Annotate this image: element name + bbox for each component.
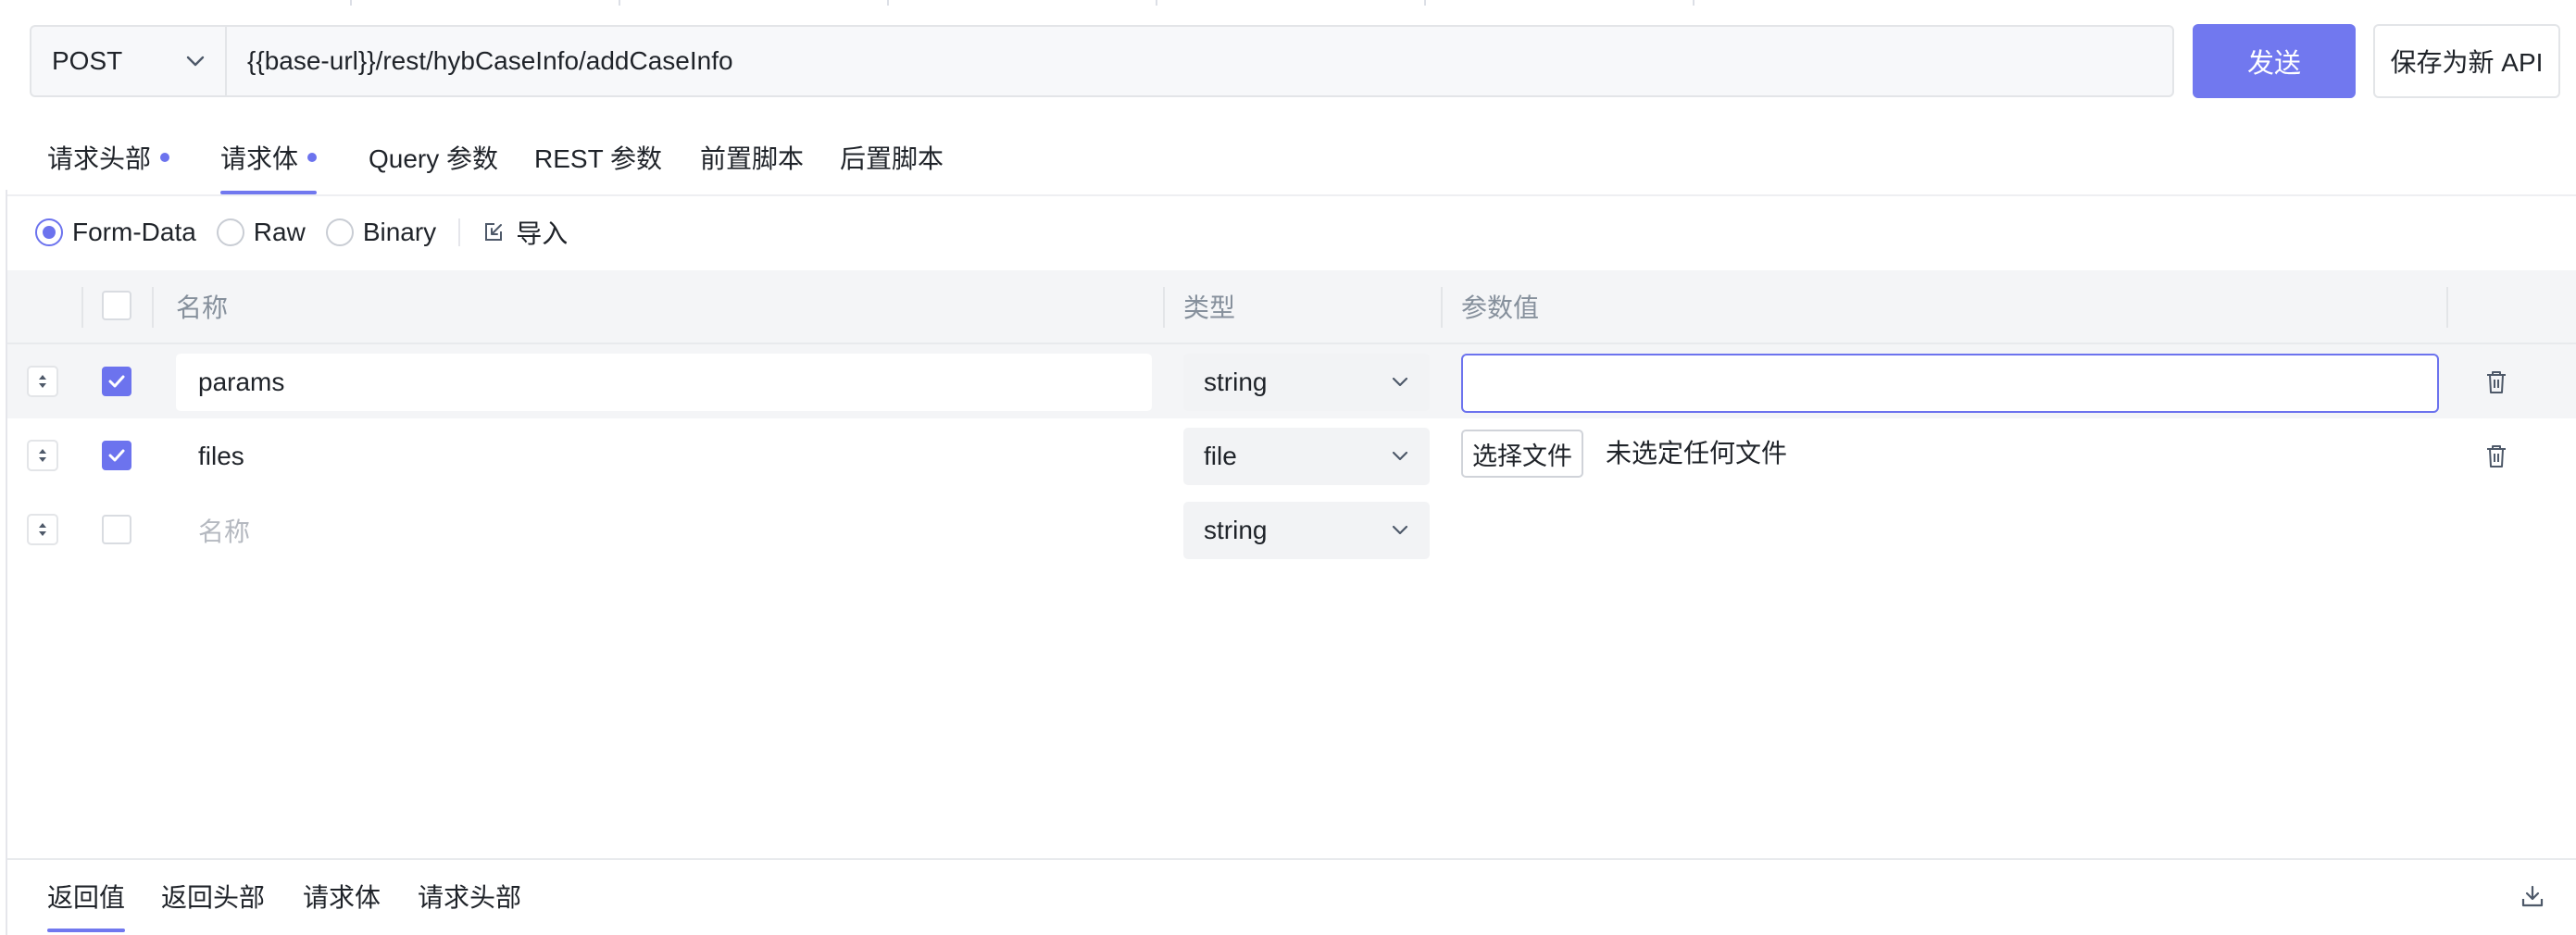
param-value-input[interactable] bbox=[1461, 354, 2439, 413]
param-type-select[interactable]: string bbox=[1183, 502, 1430, 559]
column-divider bbox=[1441, 287, 1443, 328]
delete-row-button[interactable] bbox=[2481, 367, 2512, 398]
url-input[interactable]: {{base-url}}/rest/hybCaseInfo/addCaseInf… bbox=[225, 25, 2174, 97]
import-button[interactable]: 导入 bbox=[482, 214, 568, 251]
choose-file-button[interactable]: 选择文件 bbox=[1461, 430, 1583, 478]
radio-circle bbox=[325, 218, 354, 246]
chevron-down-icon bbox=[186, 56, 205, 67]
param-name-input[interactable]: files bbox=[176, 428, 1152, 485]
save-as-new-api-button[interactable]: 保存为新 API bbox=[2373, 24, 2560, 98]
column-divider bbox=[2446, 287, 2448, 328]
tab-sent-request-body[interactable]: 请求体 bbox=[303, 860, 381, 932]
check-icon bbox=[108, 375, 125, 388]
tab-query-params[interactable]: Query 参数 bbox=[369, 120, 498, 194]
param-type-value: file bbox=[1204, 442, 1237, 470]
method-value: POST bbox=[52, 46, 123, 75]
radio-raw[interactable]: Raw bbox=[216, 218, 306, 247]
row-checkbox[interactable] bbox=[102, 367, 131, 396]
tab-label: 前置脚本 bbox=[700, 144, 805, 173]
header-name: 名称 bbox=[176, 293, 229, 322]
table-row: files file 选择文件 未选定任何文件 bbox=[7, 418, 2576, 492]
tab-request-headers[interactable]: 请求头部 bbox=[47, 120, 170, 194]
tab-label: 请求体 bbox=[220, 144, 299, 173]
modified-dot bbox=[160, 153, 170, 162]
download-icon bbox=[2521, 885, 2544, 907]
radio-circle bbox=[216, 218, 244, 246]
file-status-text: 未选定任何文件 bbox=[1606, 439, 1788, 468]
table-row: params string bbox=[7, 344, 2576, 418]
request-tabs: 请求头部 请求体 Query 参数 REST 参数 前置脚本 后置脚本 bbox=[7, 120, 2576, 196]
param-name-input[interactable]: params bbox=[176, 354, 1152, 411]
tab-request-body[interactable]: 请求体 bbox=[220, 120, 318, 194]
trash-icon bbox=[2487, 371, 2506, 393]
param-name-placeholder: 名称 bbox=[198, 517, 251, 546]
tab-response-body[interactable]: 返回值 bbox=[47, 860, 126, 932]
tab-sent-request-headers[interactable]: 请求头部 bbox=[418, 860, 521, 932]
params-table-header: 名称 类型 参数值 bbox=[7, 270, 2576, 344]
column-divider bbox=[152, 287, 154, 328]
delete-row-button[interactable] bbox=[2481, 441, 2512, 472]
download-button[interactable] bbox=[2517, 880, 2548, 912]
body-type-group: Form-Data Raw Binary 导入 bbox=[35, 211, 568, 254]
param-type-value: string bbox=[1204, 516, 1268, 544]
tab-rest-params[interactable]: REST 参数 bbox=[534, 120, 662, 194]
radio-label: Raw bbox=[253, 218, 306, 246]
response-tabs: 返回值 返回头部 请求体 请求头部 bbox=[7, 858, 2576, 935]
header-value: 参数值 bbox=[1461, 293, 1540, 322]
radio-form-data[interactable]: Form-Data bbox=[35, 218, 196, 247]
drag-handle[interactable] bbox=[27, 514, 58, 545]
radio-label: Binary bbox=[362, 218, 437, 246]
param-name-value: params bbox=[198, 368, 285, 396]
tab-label: REST 参数 bbox=[534, 144, 662, 173]
tab-label: Query 参数 bbox=[369, 144, 499, 173]
chevron-down-icon bbox=[1392, 451, 1408, 461]
header-type: 类型 bbox=[1183, 293, 1236, 322]
param-name-input[interactable]: 名称 bbox=[176, 502, 1152, 559]
modified-dot bbox=[307, 153, 318, 162]
drag-handle[interactable] bbox=[27, 440, 58, 471]
top-tab-strip bbox=[0, 0, 2576, 6]
check-icon bbox=[108, 449, 125, 462]
method-select[interactable]: POST bbox=[30, 25, 226, 97]
select-all-checkbox[interactable] bbox=[102, 291, 131, 320]
chevron-down-icon bbox=[1392, 525, 1408, 535]
column-divider bbox=[1163, 287, 1165, 328]
param-name-value: files bbox=[198, 442, 244, 470]
sort-handle-icon bbox=[39, 449, 46, 462]
divider bbox=[458, 218, 461, 246]
tab-label: 后置脚本 bbox=[840, 144, 944, 173]
table-row: 名称 string bbox=[7, 492, 2576, 567]
url-value: {{base-url}}/rest/hybCaseInfo/addCaseInf… bbox=[247, 46, 733, 75]
import-label: 导入 bbox=[516, 219, 569, 248]
tab-post-script[interactable]: 后置脚本 bbox=[840, 120, 944, 194]
param-type-select[interactable]: string bbox=[1183, 354, 1430, 411]
row-checkbox[interactable] bbox=[102, 441, 131, 470]
tab-label: 请求头部 bbox=[47, 144, 152, 173]
chevron-down-icon bbox=[1392, 377, 1408, 387]
param-type-select[interactable]: file bbox=[1183, 428, 1430, 485]
tab-response-headers[interactable]: 返回头部 bbox=[161, 860, 265, 932]
radio-circle bbox=[35, 218, 63, 246]
sort-handle-icon bbox=[39, 523, 46, 536]
radio-label: Form-Data bbox=[72, 218, 196, 246]
column-divider bbox=[81, 287, 83, 328]
trash-icon bbox=[2487, 445, 2506, 468]
row-checkbox[interactable] bbox=[102, 515, 131, 544]
tab-pre-script[interactable]: 前置脚本 bbox=[700, 120, 804, 194]
param-type-value: string bbox=[1204, 368, 1268, 396]
sort-handle-icon bbox=[39, 375, 46, 388]
radio-binary[interactable]: Binary bbox=[325, 218, 437, 247]
send-button[interactable]: 发送 bbox=[2193, 24, 2356, 98]
import-icon bbox=[485, 223, 503, 241]
drag-handle[interactable] bbox=[27, 366, 58, 397]
